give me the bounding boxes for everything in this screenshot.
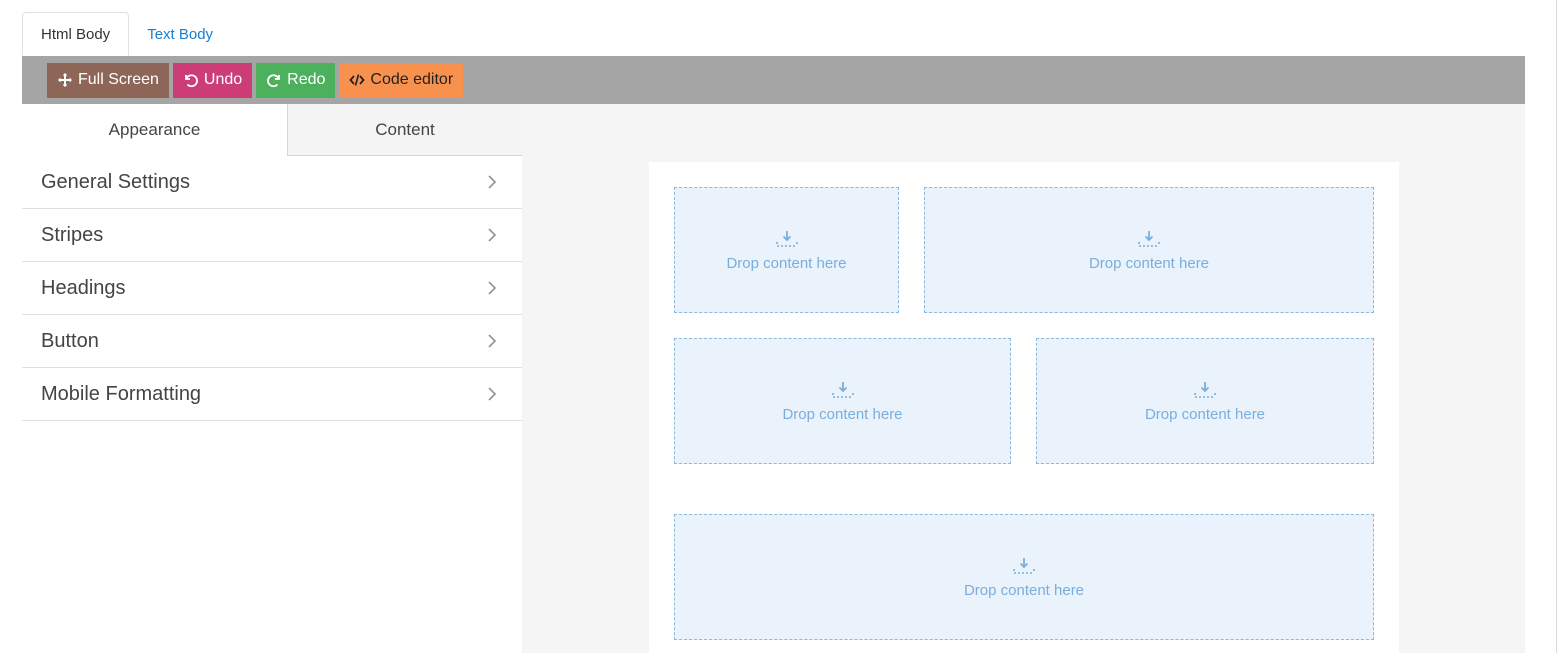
- tab-html-body[interactable]: Html Body: [22, 12, 130, 56]
- move-arrows-icon: [58, 73, 72, 87]
- tab-content[interactable]: Content: [288, 104, 522, 156]
- undo-icon: [185, 74, 198, 88]
- settings-item-button[interactable]: Button: [22, 315, 522, 368]
- redo-button[interactable]: Redo: [256, 62, 336, 98]
- download-tray-icon: [1013, 557, 1035, 574]
- drop-zone-label: Drop content here: [1144, 405, 1266, 423]
- tab-text-body[interactable]: Text Body: [129, 12, 231, 56]
- drop-zone[interactable]: Drop content here: [924, 187, 1374, 313]
- editor-toolbar: Full Screen Undo Redo Code editor: [22, 56, 1525, 104]
- drop-zone-label: Drop content here: [963, 581, 1085, 599]
- tab-appearance[interactable]: Appearance: [22, 104, 288, 156]
- settings-item-label: Headings: [41, 276, 126, 299]
- settings-item-label: Stripes: [41, 223, 104, 246]
- chevron-right-icon: [488, 281, 497, 295]
- settings-list: General Settings Stripes Headings Button…: [22, 156, 522, 421]
- code-editor-label: Code editor: [370, 71, 454, 88]
- body-tabs: Html Body Text Body: [22, 12, 231, 56]
- drop-zone-label: Drop content here: [1088, 254, 1210, 272]
- full-screen-button[interactable]: Full Screen: [47, 62, 169, 98]
- email-canvas: Drop content here Drop content here Drop…: [522, 104, 1525, 662]
- panel-tabs: Appearance Content: [22, 104, 522, 156]
- drop-zone-label: Drop content here: [782, 405, 903, 423]
- code-editor-button[interactable]: Code editor: [339, 62, 464, 98]
- drop-zone[interactable]: Drop content here: [674, 187, 899, 313]
- settings-item-general[interactable]: General Settings: [22, 156, 522, 209]
- settings-item-headings[interactable]: Headings: [22, 262, 522, 315]
- settings-item-stripes[interactable]: Stripes: [22, 209, 522, 262]
- download-tray-icon: [831, 381, 854, 398]
- undo-button[interactable]: Undo: [172, 62, 253, 98]
- download-tray-icon: [1138, 230, 1160, 247]
- chevron-right-icon: [488, 334, 497, 348]
- code-icon: [349, 74, 366, 86]
- drop-zone-label: Drop content here: [726, 254, 847, 272]
- drop-zone[interactable]: Drop content here: [1036, 338, 1374, 464]
- undo-label: Undo: [203, 71, 243, 88]
- window-edge: [1556, 0, 1557, 653]
- settings-item-label: Mobile Formatting: [41, 382, 202, 405]
- download-tray-icon: [1194, 381, 1216, 398]
- settings-panel: Appearance Content General Settings Stri…: [22, 104, 522, 653]
- drop-zone[interactable]: Drop content here: [674, 338, 1011, 464]
- redo-label: Redo: [287, 71, 326, 88]
- drop-zone[interactable]: Drop content here: [674, 514, 1374, 640]
- chevron-right-icon: [488, 175, 497, 189]
- email-body: Drop content here Drop content here Drop…: [649, 162, 1399, 662]
- full-screen-label: Full Screen: [78, 71, 159, 88]
- redo-icon: [267, 74, 281, 88]
- settings-item-label: General Settings: [41, 170, 190, 193]
- chevron-right-icon: [488, 228, 497, 242]
- settings-item-label: Button: [41, 329, 99, 352]
- download-tray-icon: [775, 230, 798, 247]
- chevron-right-icon: [488, 387, 497, 401]
- settings-item-mobile-formatting[interactable]: Mobile Formatting: [22, 368, 522, 421]
